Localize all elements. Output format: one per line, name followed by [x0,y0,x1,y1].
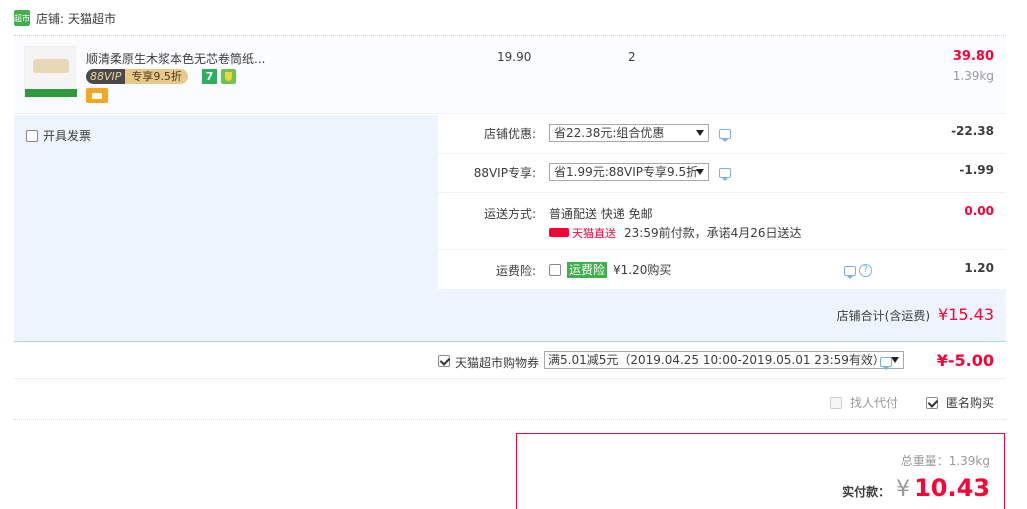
actual-payment-label: 实付款： [842,485,891,499]
shipping-promise-line: 天猫直送 23:59前付款，承诺4月26日送达 [549,224,802,241]
anonymous-label: 匿名购买 [945,396,994,410]
coupon-value: ¥-5.00 [936,351,994,370]
order-options: 开具发票 店铺优惠: 省22.38元:组合优惠 -22.38 88VIP专享: … [14,115,1006,341]
help-icon[interactable]: ? [859,264,872,277]
invoice-checkbox[interactable] [26,129,38,142]
shop-discount-selected: 省22.38元:组合优惠 [554,126,665,140]
vip-discount-label: 88VIP专享: [473,166,536,180]
options-panel: 店铺优惠: 省22.38元:组合优惠 -22.38 88VIP专享: 省1.99… [438,115,1006,289]
dropdown-arrow-icon [890,357,899,363]
shipping-value: 0.00 [964,204,994,218]
currency-symbol: ¥ [896,477,911,502]
tmall-direct-logo: 天猫直送 [549,225,616,241]
shop-discount-select[interactable]: 省22.38元:组合优惠 [549,124,709,142]
message-icon[interactable] [719,168,731,181]
actual-payment-amount: 10.43 [914,474,990,502]
message-icon[interactable] [880,357,892,370]
agent-pay-option[interactable]: 找人代付 [829,394,898,411]
actual-payment: 实付款： ¥ 10.43 [842,474,990,502]
shop-header: 超市 店铺: 天猫超市 [14,8,116,28]
shop-total: 店铺合计(含运费) ¥15.43 [837,305,994,324]
freight-insurance-price: ¥1.20购买 [613,263,672,277]
shipping-row: 运送方式: 普通配送 快递 免邮 天猫直送 23:59前付款，承诺4月26日送达… [438,193,1006,250]
tmall-cat-icon [549,228,569,237]
coupon-select[interactable]: 满5.01减5元（2019.04.25 10:00-2019.05.01 23:… [544,351,904,369]
coupon-label: 天猫超市购物券 [455,356,540,370]
agent-pay-label: 找人代付 [849,396,898,410]
vip-tag-label: 88VIP [86,69,126,84]
item-subtotal: 39.80 [952,49,994,64]
agent-pay-checkbox[interactable] [829,396,842,409]
freight-insurance-option[interactable]: 运费险 ¥1.20购买 [549,261,671,278]
payment-summary: 总重量：1.39kg 实付款： ¥ 10.43 [516,433,1005,509]
unit-price: 19.90 [497,50,532,64]
quantity: 2 [628,50,636,64]
shop-prefix: 店铺: [36,11,65,26]
freight-insurance-checkbox[interactable] [549,263,561,276]
shop-total-amount: ¥15.43 [938,305,994,324]
freight-insurance-label: 运费险: [495,264,536,278]
product-title-link[interactable]: 顺清柔原生木浆本色无芯卷筒纸... [86,50,265,67]
item-weight: 1.39kg [952,69,994,83]
anonymous-option[interactable]: 匿名购买 [925,394,994,411]
tmall-direct-label: 天猫直送 [572,226,616,240]
credit-card-icon[interactable] [86,88,108,103]
shop-name-link[interactable]: 天猫超市 [68,10,116,27]
shop-discount-value: -22.38 [951,124,994,138]
vip-discount-selected: 省1.99元:88VIP专享9.5折 [554,165,699,179]
shop-discount-label: 店铺优惠: [483,127,536,141]
message-icon[interactable] [719,129,731,142]
delivery-promise: 23:59前付款，承诺4月26日送达 [624,226,802,240]
dropdown-arrow-icon [696,130,704,136]
freight-insurance-tag: 运费险 [567,261,608,278]
coupon-checkbox[interactable] [438,355,450,367]
tissue-roll-graphic [33,59,69,73]
total-weight: 总重量：1.39kg [900,454,990,468]
shipping-label: 运送方式: [483,207,536,221]
shipping-method: 普通配送 快递 免邮 [549,207,653,221]
order-box: 顺清柔原生木浆本色无芯卷筒纸... 88VIP 专享9.5折 7 19.90 2… [14,35,1006,341]
shop-total-label: 店铺合计(含运费) [836,309,931,323]
vip-discount-label: 专享9.5折 [125,69,188,84]
message-icon[interactable] [844,266,856,279]
dropdown-arrow-icon [696,169,704,175]
tmall-supermarket-icon: 超市 [14,10,30,26]
seven-day-return-icon[interactable]: 7 [202,69,217,84]
coupon-row: 天猫超市购物券 满5.01减5元（2019.04.25 10:00-2019.0… [14,341,1006,379]
anonymous-checkbox[interactable] [925,396,938,409]
freight-insurance-value: 1.20 [964,261,994,275]
vip-discount-value: -1.99 [959,163,994,177]
invoice-label: 开具发票 [43,129,92,143]
vip-discount-select[interactable]: 省1.99元:88VIP专享9.5折 [549,163,709,181]
vip-discount-tag: 88VIP 专享9.5折 [86,69,188,84]
shop-discount-row: 店铺优惠: 省22.38元:组合优惠 -22.38 [438,115,1006,154]
item-row: 顺清柔原生木浆本色无芯卷筒纸... 88VIP 专享9.5折 7 19.90 2… [14,36,1006,114]
invoice-option[interactable]: 开具发票 [26,127,91,144]
guarantee-shield-icon[interactable] [221,69,236,84]
product-thumbnail[interactable] [24,46,77,98]
payment-options-row: 找人代付 匿名购买 [14,380,1006,420]
freight-insurance-row: 运费险: 运费险 ¥1.20购买 ? 1.20 [438,250,1006,289]
coupon-selected: 满5.01减5元（2019.04.25 10:00-2019.05.01 23:… [548,353,885,367]
thumb-brand-bar [25,89,77,97]
vip-discount-row: 88VIP专享: 省1.99元:88VIP专享9.5折 -1.99 [438,154,1006,193]
